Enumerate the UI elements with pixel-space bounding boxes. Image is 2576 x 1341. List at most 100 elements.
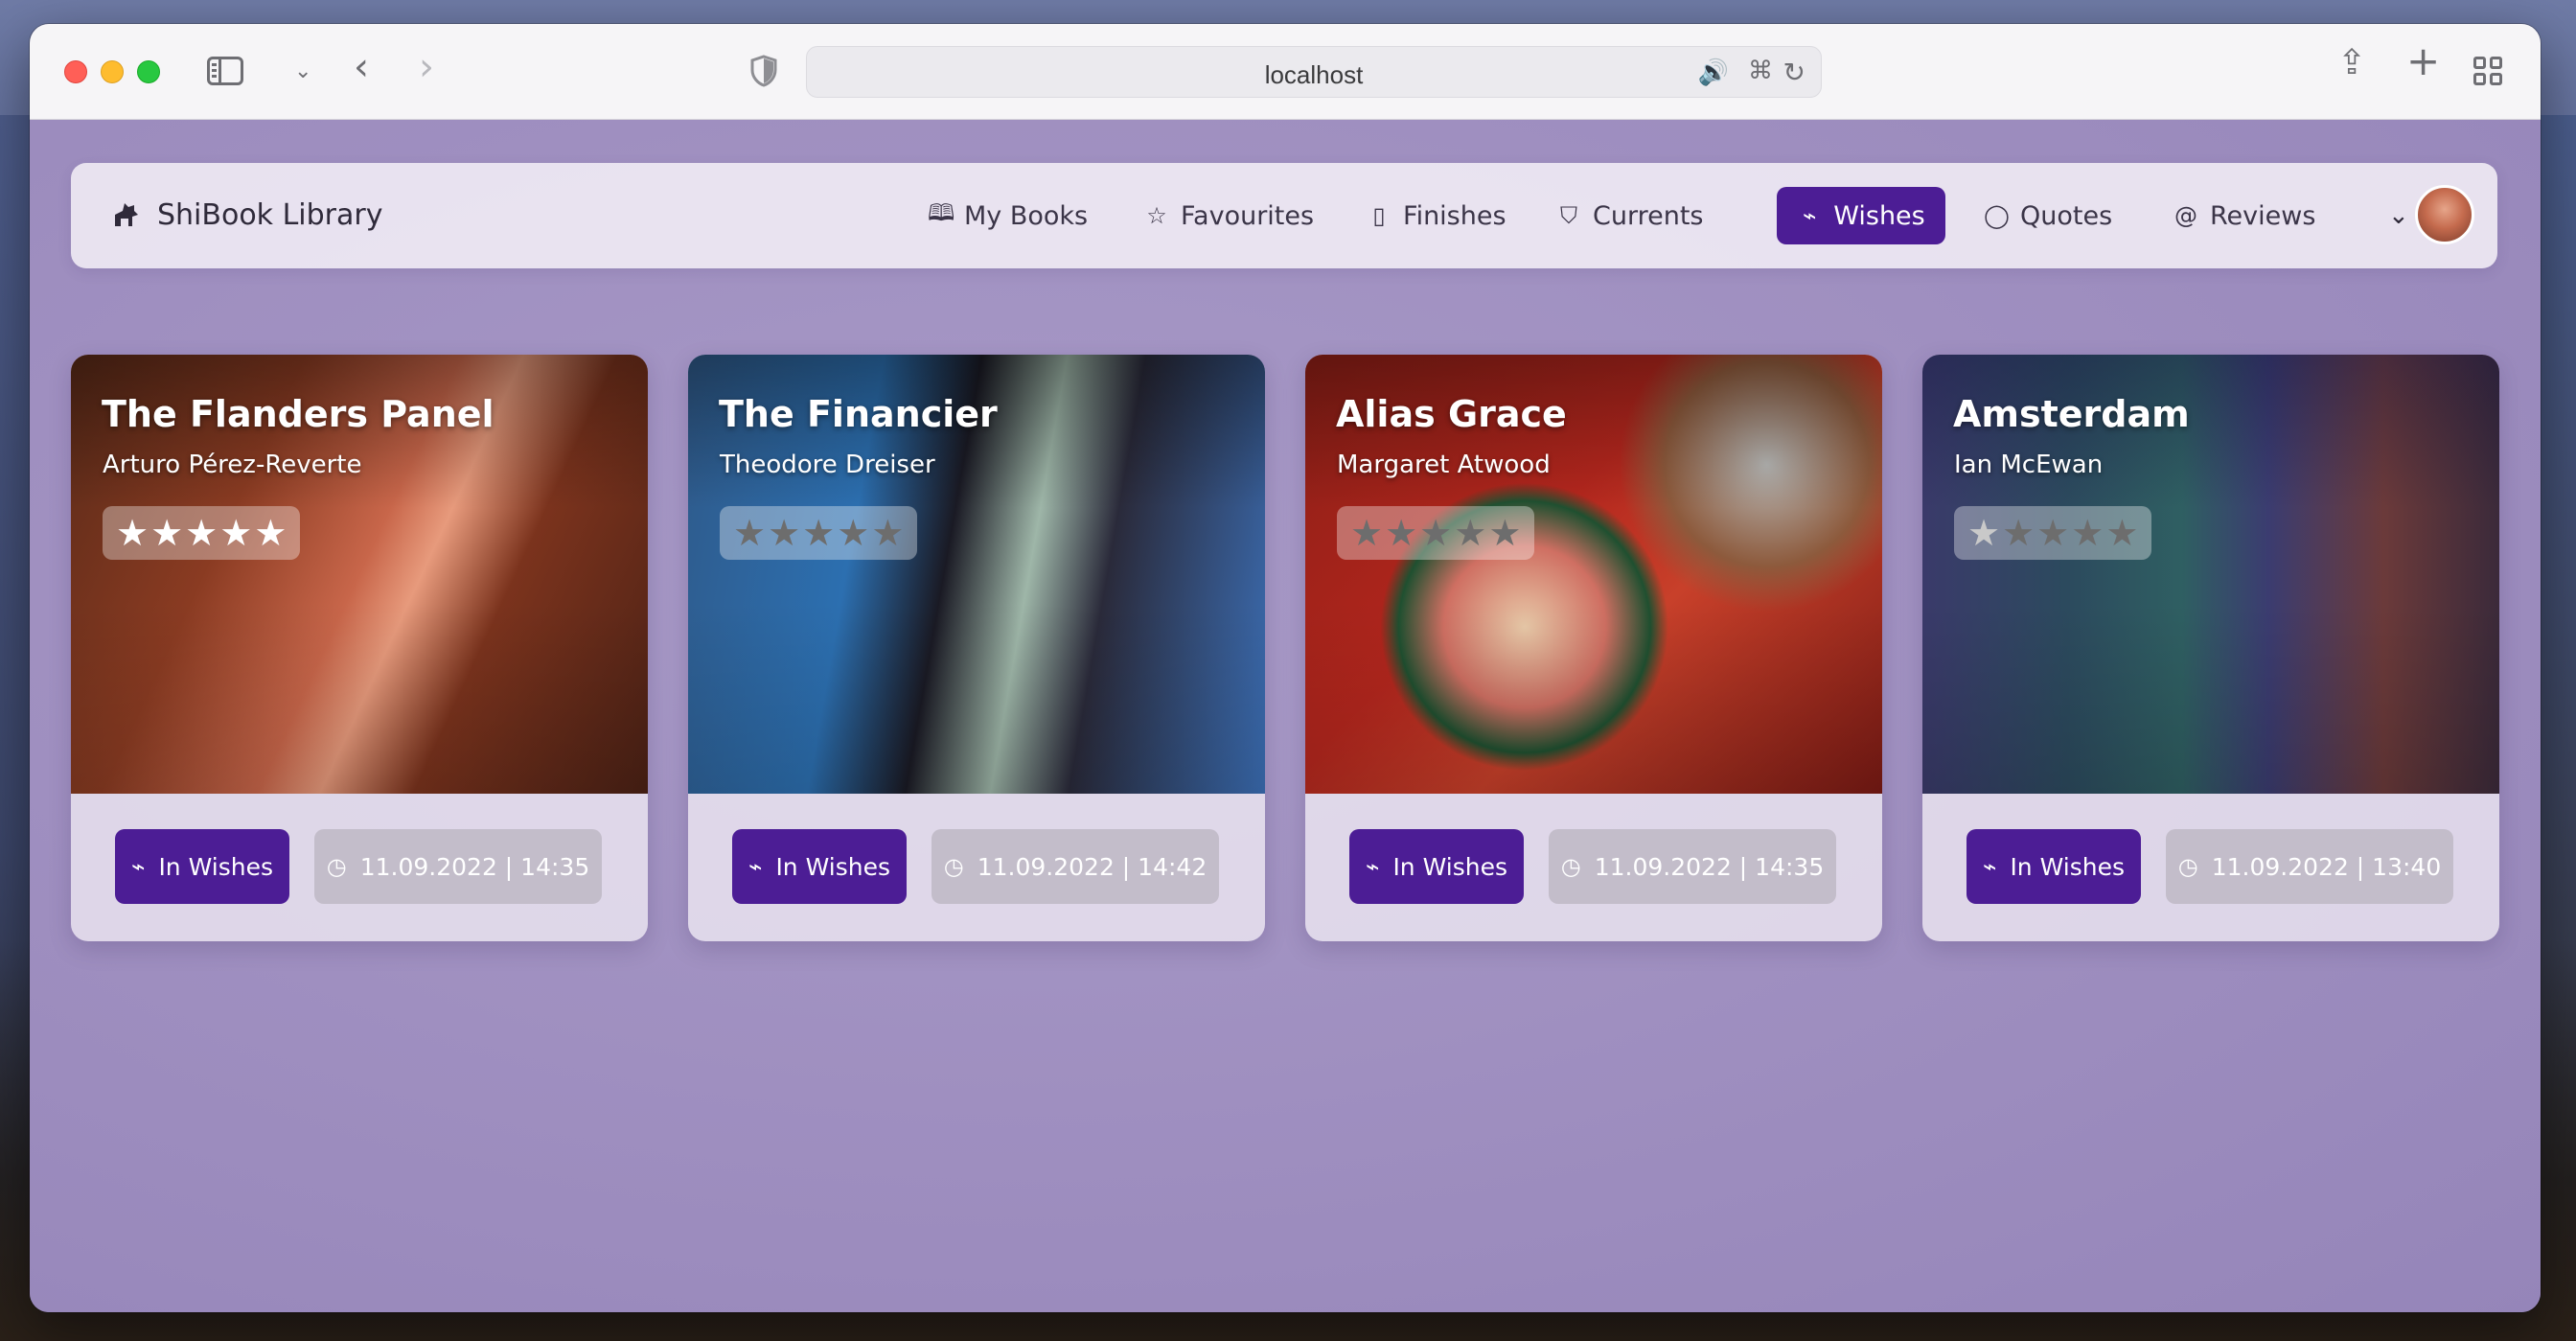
sidebar-toggle-icon[interactable] — [207, 57, 243, 85]
star-icon[interactable]: ★ — [2036, 515, 2069, 551]
book-title: The Financier — [719, 393, 998, 435]
nav-label: My Books — [964, 200, 1089, 231]
speaker-icon[interactable]: 🔊 — [1698, 58, 1729, 87]
nav-label: Wishes — [1833, 200, 1925, 231]
date-label: 11.09.2022 | 14:35 — [359, 852, 590, 881]
address-bar[interactable]: localhost 🔊 ⌘ ↻ — [806, 46, 1822, 98]
nav-reviews[interactable]: @ Reviews — [2158, 187, 2331, 244]
star-icon[interactable]: ★ — [802, 515, 835, 551]
url-text: localhost — [1264, 60, 1364, 89]
star-rating[interactable]: ★ ★ ★ ★ ★ — [1337, 506, 1535, 560]
clock-icon: ◷ — [326, 853, 347, 880]
nav-wishes[interactable]: ⌁ Wishes — [1777, 187, 1945, 244]
activity-icon: ⌁ — [1365, 853, 1380, 880]
book-card[interactable]: The Flanders Panel Arturo Pérez-Reverte … — [71, 355, 648, 941]
star-icon: ☆ — [1146, 202, 1167, 229]
date-label: 11.09.2022 | 14:35 — [1594, 852, 1825, 881]
nav-my-books[interactable]: 🕮 My Books — [912, 187, 1103, 244]
star-icon[interactable]: ★ — [116, 515, 149, 551]
nav-label: Currents — [1593, 200, 1704, 231]
star-rating[interactable]: ★ ★ ★ ★ ★ — [720, 506, 918, 560]
nav-currents[interactable]: ⛉ Currents — [1541, 187, 1718, 244]
star-icon[interactable]: ★ — [2071, 515, 2104, 551]
app-navbar: ShiBook Library 🕮 My Books ☆ Favourites … — [71, 163, 2497, 268]
book-author: Theodore Dreiser — [720, 451, 935, 479]
star-rating[interactable]: ★ ★ ★ ★ ★ — [103, 506, 301, 560]
book-title: Amsterdam — [1953, 393, 2190, 435]
avatar[interactable] — [2415, 185, 2474, 244]
book-card[interactable]: The Financier Theodore Dreiser ★ ★ ★ ★ ★… — [688, 355, 1265, 941]
back-icon[interactable]: ‹ — [354, 48, 369, 86]
activity-icon: ⌁ — [1982, 853, 1997, 880]
date-label: 11.09.2022 | 13:40 — [2211, 852, 2442, 881]
nav-quotes[interactable]: ◯ Quotes — [1968, 187, 2128, 244]
nav-label: Favourites — [1181, 200, 1315, 231]
new-tab-icon[interactable]: + — [2406, 41, 2440, 81]
star-icon[interactable]: ★ — [185, 515, 218, 551]
in-wishes-button[interactable]: ⌁ In Wishes — [115, 829, 289, 904]
book-card[interactable]: Alias Grace Margaret Atwood ★ ★ ★ ★ ★ ⌁ … — [1305, 355, 1882, 941]
date-added-badge: ◷ 11.09.2022 | 14:35 — [314, 829, 602, 904]
book-title: The Flanders Panel — [102, 393, 494, 435]
book-author: Ian McEwan — [1954, 451, 2104, 479]
star-icon[interactable]: ★ — [150, 515, 183, 551]
brand-name: ShiBook Library — [157, 197, 383, 232]
nav-label: Reviews — [2210, 200, 2316, 231]
star-icon[interactable]: ★ — [768, 515, 800, 551]
minimize-window-button[interactable] — [101, 60, 124, 83]
date-added-badge: ◷ 11.09.2022 | 13:40 — [2166, 829, 2453, 904]
star-icon[interactable]: ★ — [1454, 515, 1486, 551]
book-author: Arturo Pérez-Reverte — [103, 451, 362, 479]
star-icon[interactable]: ★ — [733, 515, 766, 551]
brand[interactable]: ShiBook Library — [109, 197, 383, 232]
star-icon[interactable]: ★ — [871, 515, 904, 551]
star-icon[interactable]: ★ — [837, 515, 869, 551]
status-label: In Wishes — [158, 852, 273, 881]
star-icon[interactable]: ★ — [1419, 515, 1452, 551]
date-label: 11.09.2022 | 14:42 — [977, 852, 1208, 881]
clock-icon: ◷ — [2177, 853, 2198, 880]
nav-finishes[interactable]: ▯ Finishes — [1351, 187, 1522, 244]
star-icon[interactable]: ★ — [1385, 515, 1417, 551]
star-icon[interactable]: ★ — [1488, 515, 1521, 551]
forward-icon[interactable]: › — [419, 48, 434, 86]
at-sign-icon: @ — [2174, 202, 2197, 229]
date-added-badge: ◷ 11.09.2022 | 14:42 — [932, 829, 1219, 904]
shield-icon[interactable] — [750, 55, 777, 87]
status-label: In Wishes — [1392, 852, 1507, 881]
in-wishes-button[interactable]: ⌁ In Wishes — [1966, 829, 2141, 904]
bookmark-icon: ⛉ — [1560, 202, 1577, 229]
in-wishes-button[interactable]: ⌁ In Wishes — [732, 829, 907, 904]
book-icon: ▯ — [1372, 202, 1386, 229]
message-circle-icon: ◯ — [1984, 202, 2010, 229]
in-wishes-button[interactable]: ⌁ In Wishes — [1349, 829, 1524, 904]
close-window-button[interactable] — [64, 60, 87, 83]
star-rating[interactable]: ★ ★ ★ ★ ★ — [1954, 506, 2152, 560]
page-content: ShiBook Library 🕮 My Books ☆ Favourites … — [30, 120, 2541, 1312]
star-icon[interactable]: ★ — [254, 515, 287, 551]
zoom-window-button[interactable] — [137, 60, 160, 83]
reload-icon[interactable]: ↻ — [1783, 57, 1806, 88]
activity-icon: ⌁ — [748, 853, 763, 880]
star-icon[interactable]: ★ — [2002, 515, 2035, 551]
status-label: In Wishes — [775, 852, 890, 881]
clock-icon: ◷ — [943, 853, 964, 880]
clock-icon: ◷ — [1560, 853, 1581, 880]
chevron-down-icon[interactable]: ⌄ — [294, 58, 311, 86]
book-author: Margaret Atwood — [1337, 451, 1551, 479]
book-card[interactable]: Amsterdam Ian McEwan ★ ★ ★ ★ ★ ⌁ In Wish… — [1922, 355, 2499, 941]
book-open-icon: 🕮 — [928, 198, 955, 226]
tab-overview-icon[interactable] — [2473, 57, 2504, 87]
star-icon[interactable]: ★ — [1967, 515, 2000, 551]
star-icon[interactable]: ★ — [1350, 515, 1383, 551]
chevron-down-icon[interactable]: ⌄ — [2388, 201, 2409, 230]
star-icon[interactable]: ★ — [219, 515, 252, 551]
date-added-badge: ◷ 11.09.2022 | 14:35 — [1549, 829, 1836, 904]
nav-label: Finishes — [1403, 200, 1506, 231]
translate-icon[interactable]: ⌘ — [1748, 57, 1773, 85]
nav-favourites[interactable]: ☆ Favourites — [1129, 187, 1329, 244]
star-icon[interactable]: ★ — [2105, 515, 2138, 551]
share-icon[interactable]: ⇪ — [2337, 46, 2366, 81]
browser-toolbar: ⌄ ‹ › localhost 🔊 ⌘ ↻ ⇪ + — [30, 24, 2541, 120]
dog-logo-icon — [115, 203, 138, 226]
